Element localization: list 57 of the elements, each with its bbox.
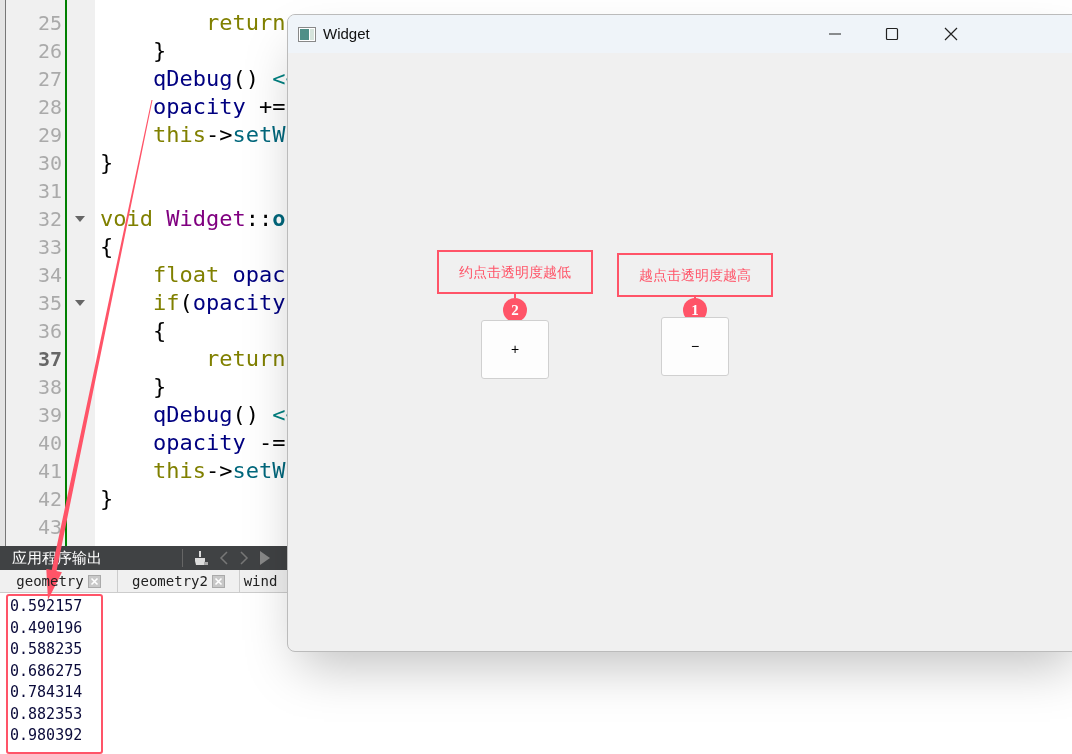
fold-arrow-icon[interactable] [75,300,85,306]
line-number: 43 [37,515,62,539]
code-line: this->setW [151,122,286,147]
code-line: this->setW [151,458,286,483]
output-line: 0.686275 [10,660,84,682]
code-line: float opac [151,262,286,287]
push-button[interactable]: − [661,317,729,376]
maximize-icon[interactable] [885,27,899,41]
callout-label: 约点击透明度越低 [437,250,593,294]
line-number: 34 [37,263,62,287]
broom-icon[interactable] [193,549,209,566]
line-number: 25 [37,11,62,35]
window-title: Widget [323,23,370,44]
line-number: 35 [37,291,62,315]
code-line: opacity -= [151,430,286,455]
output-line: 0.882353 [10,703,84,725]
code-line: if(opacity [151,290,286,315]
code-line: { [100,234,114,259]
line-number: 32 [37,207,62,231]
play-icon[interactable] [259,549,271,566]
code-line: } [151,38,167,63]
callout-label: 越点击透明度越高 [617,253,773,297]
line-number: 29 [37,123,62,147]
push-button[interactable]: + [481,320,549,379]
output-line: 0.980392 [10,725,84,746]
code-line: { [151,318,167,343]
line-number: 37 [37,347,62,371]
line-number: 42 [37,487,62,511]
code-line: opacity += [151,94,286,119]
output-tab[interactable]: geometry2 [118,570,240,592]
output-line: 0.784314 [10,682,84,703]
back-icon[interactable] [219,549,229,566]
output-line: 0.588235 [10,639,84,660]
forward-icon[interactable] [239,549,249,566]
window-icon [298,26,316,42]
line-number: 40 [37,431,62,455]
output-line: 0.592157 [10,596,84,617]
output-line: 0.490196 [10,617,84,639]
line-number: 39 [37,403,62,427]
line-number: 28 [37,95,62,119]
line-number: 36 [37,319,62,343]
line-number: 26 [37,39,62,63]
code-line: } [100,486,114,511]
line-number: 27 [37,67,62,91]
line-number: 41 [37,459,62,483]
code-line: return [204,346,286,371]
code-line: } [151,374,167,399]
step-badge: 2 [503,298,527,322]
output-tab[interactable]: wind [240,570,281,592]
line-number: 33 [37,235,62,259]
code-line: } [100,150,114,175]
line-number: 30 [37,151,62,175]
code-line: return [204,10,286,35]
line-number: 38 [37,375,62,399]
close-icon[interactable] [944,27,958,41]
fold-arrow-icon[interactable] [75,216,85,222]
line-number: 31 [37,179,62,203]
